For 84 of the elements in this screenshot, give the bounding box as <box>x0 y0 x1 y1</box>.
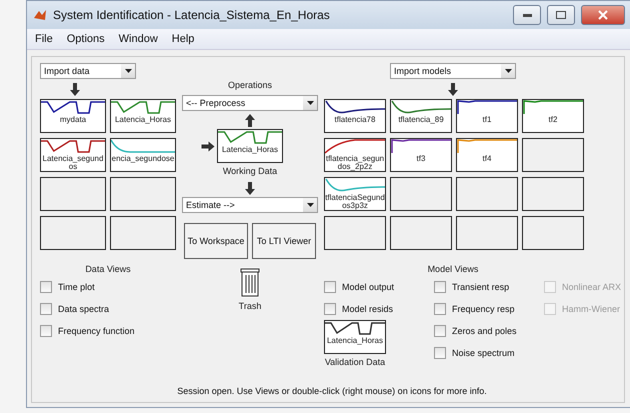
down-arrow-icon <box>70 82 80 96</box>
down-arrow-icon <box>245 182 255 194</box>
trash-icon[interactable] <box>240 267 260 297</box>
empty-slot <box>110 216 176 250</box>
data-icon[interactable]: mydata <box>40 99 106 133</box>
empty-slot <box>522 216 584 250</box>
export-button[interactable]: To Workspace <box>184 223 248 259</box>
data-icon[interactable]: encia_segundose <box>110 138 176 172</box>
right-arrow-icon <box>202 141 214 151</box>
empty-slot <box>110 177 176 211</box>
view-checkbox[interactable]: Data spectra <box>40 298 176 320</box>
empty-slot <box>522 138 584 172</box>
up-arrow-icon <box>245 114 255 126</box>
tile-label: tf2 <box>548 116 558 124</box>
maximize-icon <box>556 11 566 19</box>
tile-label: tf1 <box>482 116 492 124</box>
working-data-caption: Working Data <box>222 166 278 176</box>
import-models-dropdown[interactable]: Import models <box>390 63 516 79</box>
data-icon[interactable]: tflatencia_segundos_2p2z <box>324 138 386 172</box>
tile-label: mydata <box>60 116 86 124</box>
empty-slot <box>456 216 518 250</box>
data-icon[interactable]: tf3 <box>390 138 452 172</box>
close-icon <box>598 10 608 20</box>
tile-label: encia_segundose <box>112 155 174 163</box>
trash-label: Trash <box>238 301 262 311</box>
empty-slot <box>40 216 106 250</box>
close-button[interactable] <box>581 5 625 25</box>
data-icon[interactable]: tflatencia78 <box>324 99 386 133</box>
validation-caption: Validation Data <box>324 357 386 367</box>
view-checkbox[interactable]: Frequency function <box>40 320 176 342</box>
empty-slot <box>324 216 386 250</box>
export-button[interactable]: To LTI Viewer <box>252 223 316 259</box>
empty-slot <box>40 177 106 211</box>
view-checkbox[interactable]: Frequency resp <box>434 298 522 320</box>
tile-label: Latencia_Horas <box>326 337 384 345</box>
empty-slot <box>456 177 518 211</box>
tile-label: Latencia_Horas <box>114 116 172 124</box>
view-checkbox[interactable]: Noise spectrum <box>434 342 522 364</box>
minimize-button[interactable] <box>513 5 541 25</box>
tile-label: tf4 <box>482 155 492 163</box>
empty-slot <box>522 177 584 211</box>
menu-item[interactable]: Options <box>66 33 105 45</box>
import-data-dropdown[interactable]: Import data <box>40 63 136 79</box>
minimize-icon <box>522 14 532 16</box>
menu-item[interactable]: File <box>35 33 53 45</box>
maximize-button[interactable] <box>547 5 575 25</box>
tile-label: tf3 <box>416 155 426 163</box>
tile-label: Latencia_segundos <box>42 155 104 171</box>
view-checkbox[interactable]: Time plot <box>40 276 176 298</box>
tile-label: Latencia_Horas <box>222 146 278 154</box>
view-checkbox[interactable]: Transient resp <box>434 276 522 298</box>
empty-slot <box>390 216 452 250</box>
app-logo-icon <box>33 8 47 22</box>
down-arrow-icon <box>448 82 458 96</box>
data-icon[interactable]: Latencia_segundos <box>40 138 106 172</box>
menu-item[interactable]: Window <box>118 33 158 45</box>
window-title: System Identification - Latencia_Sistema_En_Horas <box>53 8 331 22</box>
menu-item[interactable]: Help <box>172 33 194 45</box>
section-heading: Data Views <box>85 264 131 274</box>
caret-icon <box>306 203 314 207</box>
data-icon[interactable]: Latencia_Horas <box>324 320 386 354</box>
caret-icon <box>504 69 512 73</box>
data-icon[interactable]: tflatenciaSegundos3p3z <box>324 177 386 211</box>
tile-label: tflatencia78 <box>334 116 376 124</box>
data-icon[interactable]: tf2 <box>522 99 584 133</box>
data-icon[interactable]: tf1 <box>456 99 518 133</box>
estimate-dropdown[interactable]: Estimate --> <box>182 197 318 213</box>
data-icon[interactable]: tflatencia_89 <box>390 99 452 133</box>
section-heading: Model Views <box>428 264 478 274</box>
tile-label: tflatencia_89 <box>398 116 444 124</box>
data-icon[interactable]: tf4 <box>456 138 518 172</box>
section-heading: Operations <box>228 80 272 90</box>
preprocess-dropdown[interactable]: <-- Preprocess <box>182 95 318 111</box>
caret-icon <box>306 101 314 105</box>
view-checkbox[interactable]: Model output <box>324 276 412 298</box>
empty-slot <box>390 177 452 211</box>
caret-icon <box>124 69 132 73</box>
tile-label: tflatencia_segundos_2p2z <box>325 155 385 171</box>
data-icon[interactable]: Latencia_Horas <box>217 129 283 163</box>
view-checkbox[interactable]: Model resids <box>324 298 412 320</box>
tile-label: tflatenciaSegundos3p3z <box>325 194 385 210</box>
data-icon[interactable]: Latencia_Horas <box>110 99 176 133</box>
status-message: Session open. Use Views or double-click (right mouse) on icons for more info. <box>176 385 488 398</box>
view-checkbox[interactable]: Zeros and poles <box>434 320 522 342</box>
